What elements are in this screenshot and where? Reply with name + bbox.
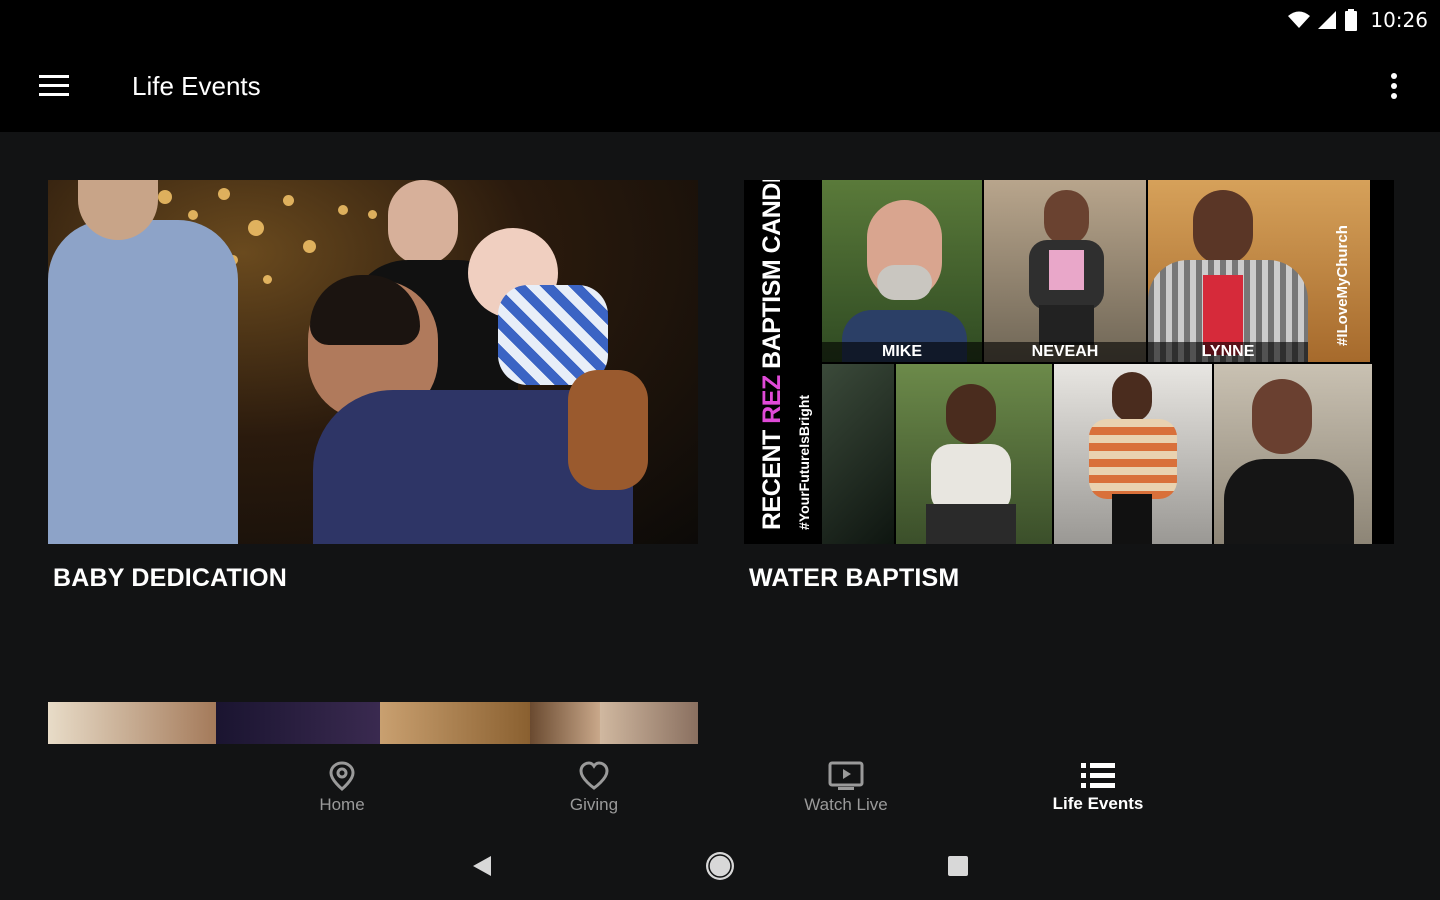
candidate-name: MIKE xyxy=(822,342,982,362)
collage-hashtag-left: #YourFutureIsBright xyxy=(796,394,812,530)
overflow-menu-button[interactable] xyxy=(1374,40,1414,132)
app-bar: Life Events xyxy=(0,40,1440,132)
card-partial-next[interactable] xyxy=(48,702,698,744)
wifi-icon xyxy=(1288,11,1311,29)
collage-photo xyxy=(1054,364,1212,544)
more-vertical-icon xyxy=(1391,73,1397,99)
card-water-baptism[interactable]: RECENT REZ BAPTISM CANDIDATES #YourFutur… xyxy=(744,180,1394,593)
system-nav-bar xyxy=(0,832,1440,900)
nav-watch-live[interactable]: Watch Live xyxy=(720,744,972,832)
cell-signal-icon xyxy=(1318,11,1337,29)
tv-play-icon xyxy=(828,761,864,790)
page-title: Life Events xyxy=(132,70,261,101)
life-events-grid: BABY DEDICATION RECENT REZ BAPTISM CANDI… xyxy=(0,132,1440,744)
nav-label: Life Events xyxy=(1052,794,1144,813)
collage-photo: NEVEAH xyxy=(984,180,1146,362)
collage-hashtag-right: #ILoveMyChurch xyxy=(1334,225,1351,346)
nav-label: Home xyxy=(319,795,365,814)
system-back-button[interactable] xyxy=(458,842,506,890)
list-icon xyxy=(1081,763,1115,788)
system-home-button[interactable] xyxy=(696,842,744,890)
candidate-name: NEVEAH xyxy=(984,342,1146,362)
nav-label: Watch Live xyxy=(804,795,888,814)
nav-label: Giving xyxy=(569,795,619,814)
battery-icon xyxy=(1344,9,1358,31)
bottom-nav: Home Giving Watch Live Life Events xyxy=(0,744,1440,832)
back-triangle-icon xyxy=(473,856,491,876)
baby-dedication-image xyxy=(48,180,698,544)
candidate-name: LYNNE xyxy=(1148,342,1308,362)
status-bar: 10:26 xyxy=(0,0,1440,40)
clock: 10:26 xyxy=(1370,8,1428,32)
hamburger-icon xyxy=(39,75,69,96)
card-title: BABY DEDICATION xyxy=(53,564,288,592)
card-title: WATER BAPTISM xyxy=(749,564,960,592)
collage-photo xyxy=(1214,364,1372,544)
recents-square-icon xyxy=(948,856,968,876)
nav-home[interactable]: Home xyxy=(216,744,468,832)
home-circle-icon xyxy=(706,852,734,880)
menu-button[interactable] xyxy=(0,40,108,132)
water-baptism-image: RECENT REZ BAPTISM CANDIDATES #YourFutur… xyxy=(744,180,1394,544)
collage-photo: MIKE xyxy=(822,180,982,362)
collage-heading: RECENT REZ BAPTISM CANDIDATES xyxy=(758,180,786,530)
card-baby-dedication[interactable]: BABY DEDICATION xyxy=(48,180,698,593)
system-recents-button[interactable] xyxy=(934,842,982,890)
collage-photo xyxy=(896,364,1052,544)
nav-life-events[interactable]: Life Events xyxy=(972,744,1224,832)
location-pin-icon xyxy=(329,761,355,791)
nav-giving[interactable]: Giving xyxy=(468,744,720,832)
heart-icon xyxy=(579,761,609,790)
